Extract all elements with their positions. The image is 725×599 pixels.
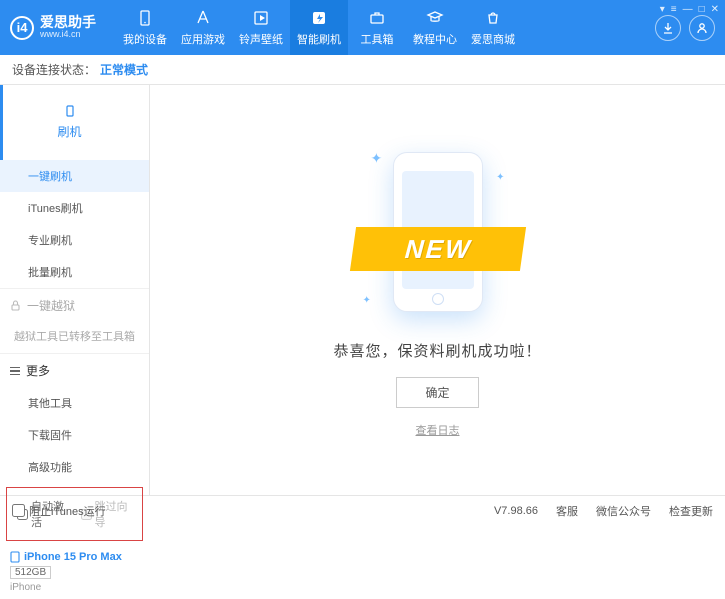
- sidebar-item-itunes-flash[interactable]: iTunes刷机: [0, 192, 149, 224]
- nav-apps[interactable]: 应用游戏: [174, 0, 232, 55]
- sidebar-head-more[interactable]: 更多: [0, 354, 149, 387]
- device-icon: [136, 9, 154, 27]
- device-name[interactable]: iPhone 15 Pro Max: [10, 551, 139, 563]
- sidebar-item-batch-flash[interactable]: 批量刷机: [0, 256, 149, 288]
- new-badge: NEW: [349, 227, 525, 271]
- tutorial-icon: [426, 9, 444, 27]
- device-type: iPhone: [10, 582, 139, 593]
- nav-flash[interactable]: 智能刷机: [290, 0, 348, 55]
- success-illustration: ✦ ✦ ✦ NEW: [353, 142, 523, 322]
- sidebar-item-advanced[interactable]: 高级功能: [0, 451, 149, 483]
- sidebar-head-flash[interactable]: 刷机: [0, 85, 149, 160]
- toolbox-icon: [368, 9, 386, 27]
- nav-toolbox[interactable]: 工具箱: [348, 0, 406, 55]
- download-button[interactable]: [655, 15, 681, 41]
- app-logo: i4 爱思助手 www.i4.cn: [10, 15, 96, 40]
- footer-link-wechat[interactable]: 微信公众号: [596, 503, 651, 519]
- nav-ringtones[interactable]: 铃声壁纸: [232, 0, 290, 55]
- ok-button[interactable]: 确定: [396, 377, 478, 408]
- logo-icon: i4: [10, 16, 34, 40]
- close-icon[interactable]: ✕: [711, 4, 719, 15]
- phone-tiny-icon: [10, 551, 20, 563]
- logo-url: www.i4.cn: [40, 30, 96, 40]
- tray-icon[interactable]: ≡: [671, 4, 677, 15]
- lock-icon: [10, 300, 21, 311]
- maximize-icon[interactable]: □: [699, 4, 705, 15]
- sidebar-item-other-tools[interactable]: 其他工具: [0, 387, 149, 419]
- sidebar-item-pro-flash[interactable]: 专业刷机: [0, 224, 149, 256]
- apps-icon: [194, 9, 212, 27]
- sidebar-item-download-firmware[interactable]: 下载固件: [0, 419, 149, 451]
- status-label: 设备连接状态：: [12, 61, 96, 78]
- view-log-link[interactable]: 查看日志: [416, 422, 460, 438]
- block-itunes-checkbox[interactable]: 阻止iTunes运行: [12, 503, 106, 519]
- user-button[interactable]: [689, 15, 715, 41]
- sidebar-head-jailbreak: 一键越狱: [0, 289, 149, 322]
- logo-title: 爱思助手: [40, 15, 96, 30]
- app-header: i4 爱思助手 www.i4.cn 我的设备 应用游戏 铃声壁纸 智能刷机 工具…: [0, 0, 725, 55]
- phone-small-icon: [64, 105, 76, 117]
- menu-icon[interactable]: ▾: [660, 4, 665, 15]
- main-content: ✦ ✦ ✦ NEW 恭喜您，保资料刷机成功啦！ 确定 查看日志: [150, 85, 725, 495]
- footer-link-update[interactable]: 检查更新: [669, 503, 713, 519]
- status-mode: 正常模式: [100, 61, 148, 78]
- status-bar: 设备连接状态： 正常模式: [0, 55, 725, 85]
- main-nav: 我的设备 应用游戏 铃声壁纸 智能刷机 工具箱 教程中心 爱思商城: [116, 0, 522, 55]
- sidebar-item-oneclick-flash[interactable]: 一键刷机: [0, 160, 149, 192]
- sidebar-jailbreak-note: 越狱工具已转移至工具箱: [0, 322, 149, 353]
- minimize-icon[interactable]: —: [683, 4, 693, 15]
- device-info: iPhone 15 Pro Max 512GB iPhone: [0, 545, 149, 599]
- nav-my-device[interactable]: 我的设备: [116, 0, 174, 55]
- nav-store[interactable]: 爱思商城: [464, 0, 522, 55]
- device-storage: 512GB: [10, 566, 51, 579]
- media-icon: [252, 9, 270, 27]
- hamburger-icon: [10, 367, 20, 376]
- store-icon: [484, 9, 502, 27]
- sidebar: 刷机 一键刷机 iTunes刷机 专业刷机 批量刷机 一键越狱 越狱工具已转移至…: [0, 85, 150, 495]
- footer-link-support[interactable]: 客服: [556, 503, 578, 519]
- success-message: 恭喜您，保资料刷机成功啦！: [333, 340, 541, 361]
- nav-tutorial[interactable]: 教程中心: [406, 0, 464, 55]
- flash-icon: [310, 9, 328, 27]
- version-label: V7.98.66: [494, 505, 538, 517]
